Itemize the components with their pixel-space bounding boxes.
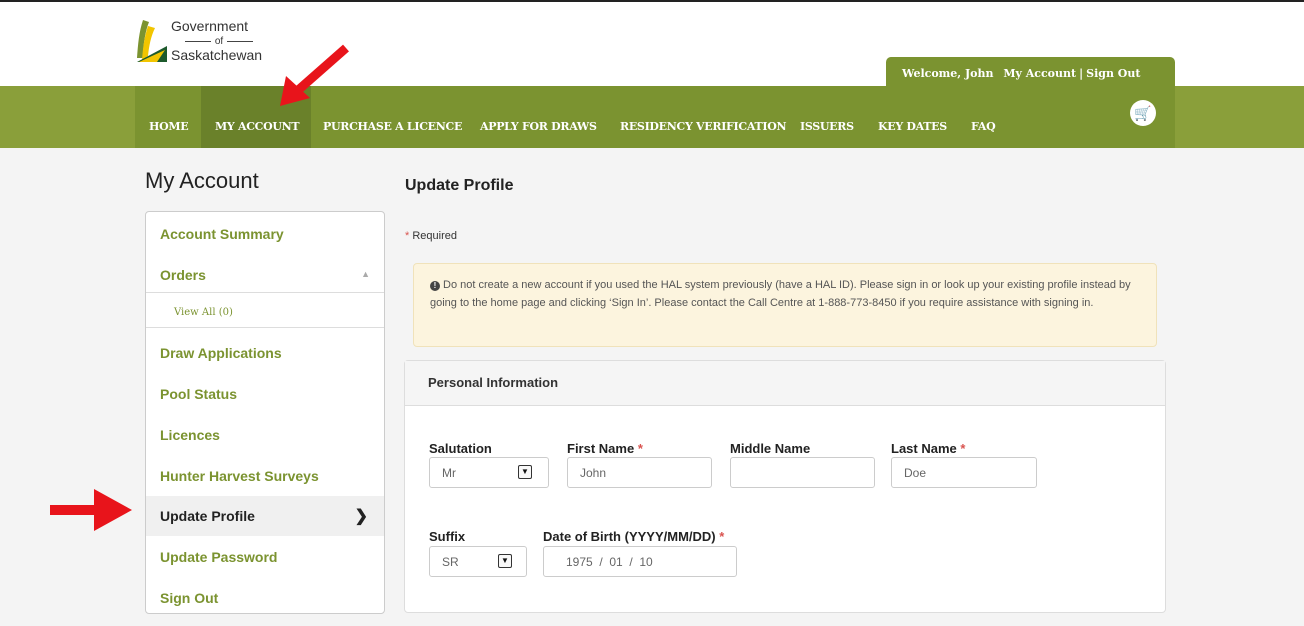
logo-text-government: Government [171,18,249,34]
salutation-select[interactable]: Mr ▼ [429,457,549,488]
first-name-label-text: First Name [567,441,635,456]
required-asterisk: * [405,230,410,242]
last-name-field[interactable]: Doe [891,457,1037,488]
sidebar-item-orders[interactable]: Orders ▲ [146,255,384,295]
first-name-field[interactable]: John [567,457,712,488]
info-icon: ! [430,281,440,291]
sidebar-item-view-all[interactable]: View All (0) [146,292,384,328]
welcome-greeting: Welcome, John [902,67,994,80]
chevron-right-icon: ❯ [354,508,368,525]
panel-title: Personal Information [405,361,1165,406]
hal-warning-alert: ! Do not create a new account if you used… [413,263,1157,347]
annotation-arrow-down-icon [280,44,349,106]
annotation-arrow-right-icon [50,489,132,531]
sidebar-item-update-password[interactable]: Update Password [146,537,384,577]
my-account-link[interactable]: My Account [1003,67,1076,80]
dob-label-text: Date of Birth (YYYY/MM/DD) [543,529,716,544]
last-name-label-text: Last Name [891,441,957,456]
page-title: Update Profile [405,177,514,194]
nav-residency-verification[interactable]: RESIDENCY VERIFICATION [620,86,787,148]
sidebar-item-label: Orders [160,267,206,283]
sidebar-item-update-profile[interactable]: Update Profile ❯ [146,496,384,536]
dob-field[interactable]: 1975 / 01 / 10 [543,546,737,577]
account-sidebar: Account Summary Orders ▲ View All (0) Dr… [145,211,385,614]
suffix-select[interactable]: SR ▼ [429,546,527,577]
welcome-separator: | [1079,67,1084,80]
required-asterisk: * [715,529,725,544]
nav-key-dates[interactable]: KEY DATES [878,86,947,148]
main-nav: HOME MY ACCOUNT PURCHASE A LICENCE APPLY… [0,86,1304,148]
sidebar-item-account-summary[interactable]: Account Summary [146,214,384,254]
chevron-down-icon: ▼ [518,465,532,479]
nav-faq[interactable]: FAQ [971,86,996,148]
middle-name-label: Middle Name [730,441,811,456]
last-name-label: Last Name * [891,441,965,456]
alert-text: Do not create a new account if you used … [430,279,1131,309]
caret-up-icon: ▲ [361,269,370,279]
first-name-label: First Name * [567,441,643,456]
welcome-bar: Welcome, John My Account | Sign Out [886,57,1175,87]
nav-issuers[interactable]: ISSUERS [800,86,854,148]
personal-information-panel: Personal Information Salutation Mr ▼ Fir… [404,360,1166,613]
nav-home[interactable]: HOME [149,86,189,148]
government-logo[interactable]: Government of Saskatchewan [135,14,275,74]
required-asterisk: * [634,441,643,456]
salutation-label: Salutation [429,441,492,456]
required-note-text: Required [412,230,457,242]
sign-out-link[interactable]: Sign Out [1086,67,1140,80]
sidebar-title: My Account [145,168,259,193]
wheat-logo-icon [137,20,167,62]
dob-label: Date of Birth (YYYY/MM/DD) * [543,529,724,544]
suffix-label: Suffix [429,529,466,544]
nav-apply-for-draws[interactable]: APPLY FOR DRAWS [480,86,597,148]
chevron-down-icon: ▼ [498,554,512,568]
salutation-value: Mr [442,466,456,480]
sidebar-item-pool-status[interactable]: Pool Status [146,374,384,414]
required-note: * Required [405,230,457,242]
sidebar-item-hunter-harvest-surveys[interactable]: Hunter Harvest Surveys [146,456,384,496]
required-asterisk: * [956,441,966,456]
suffix-value: SR [442,555,459,569]
middle-name-field[interactable] [730,457,875,488]
sidebar-item-sign-out[interactable]: Sign Out [146,578,384,618]
sidebar-item-licences[interactable]: Licences [146,415,384,455]
sidebar-item-draw-applications[interactable]: Draw Applications [146,333,384,373]
cart-icon[interactable]: 🛒 [1130,100,1156,126]
logo-text-saskatchewan: Saskatchewan [171,47,263,63]
sidebar-item-label: Update Profile [160,508,255,524]
